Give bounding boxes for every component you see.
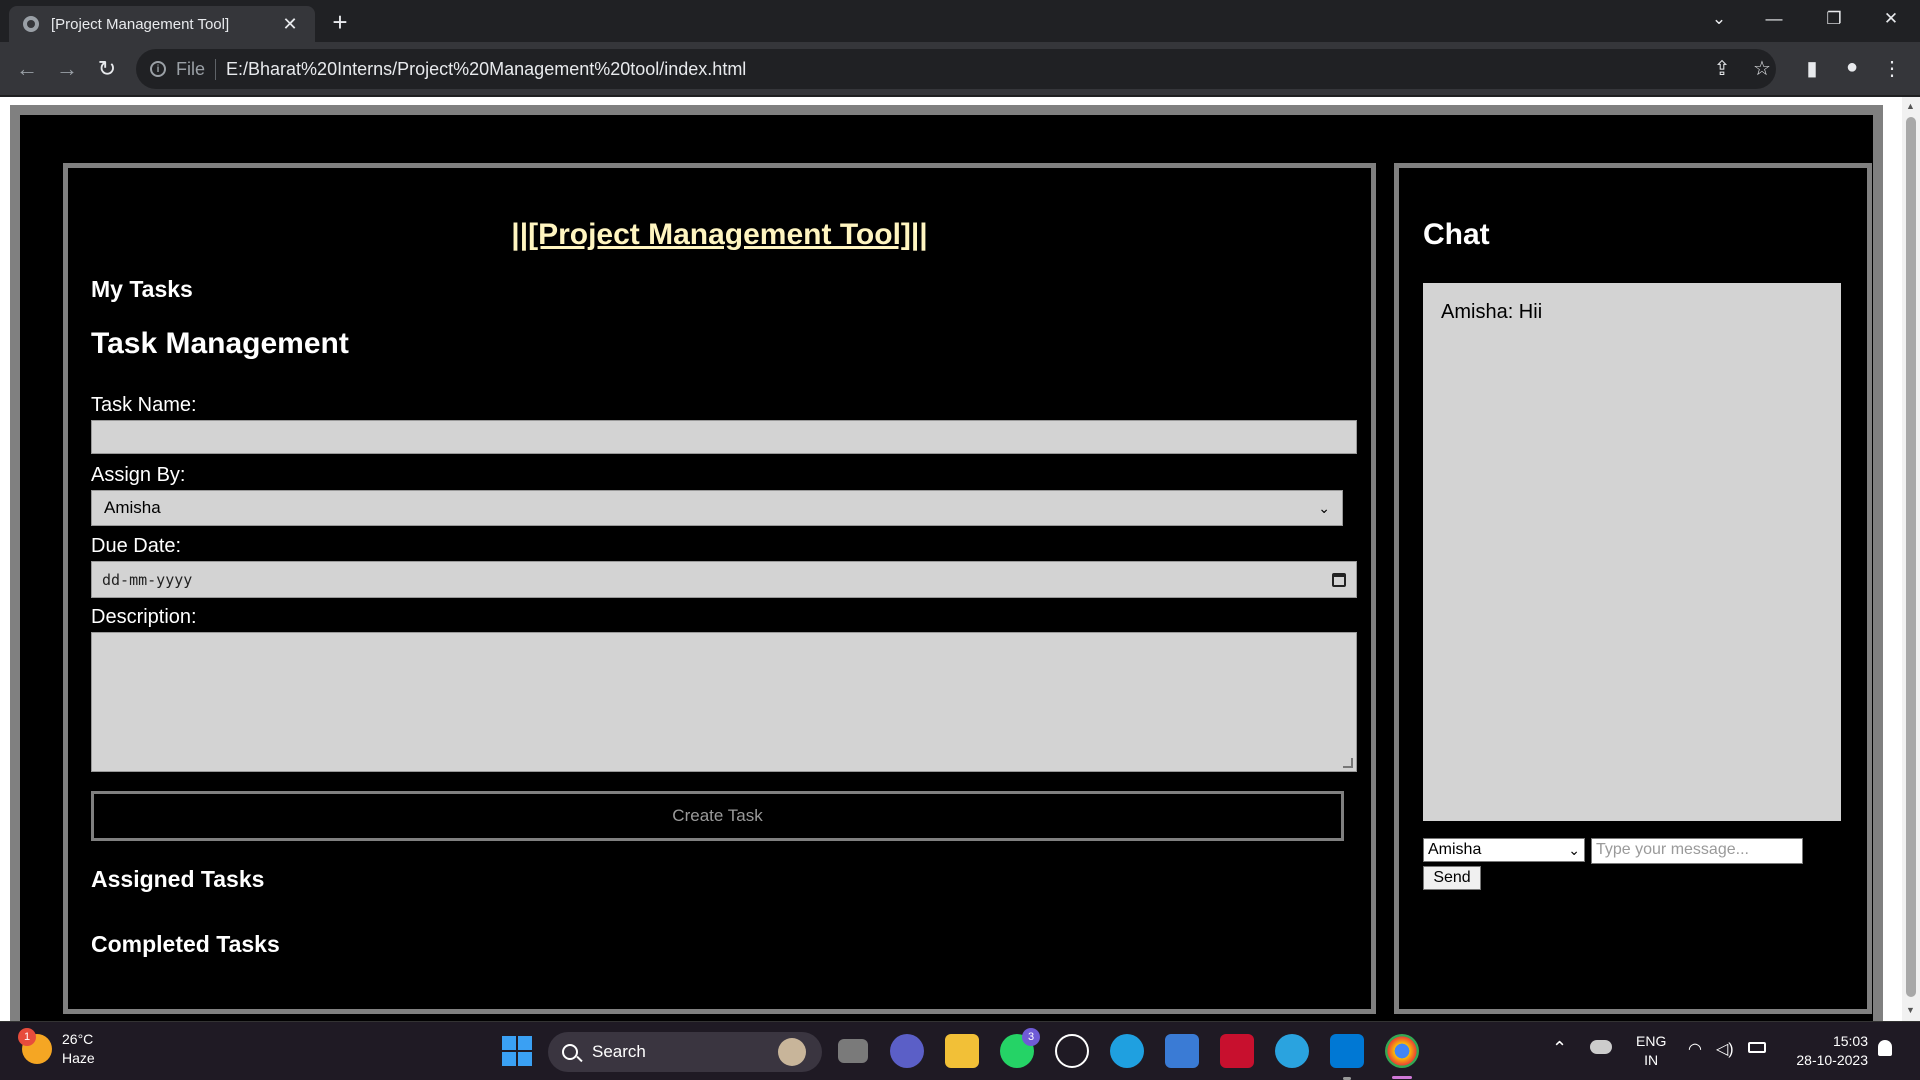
bookmark-star-icon[interactable]: ☆ bbox=[1748, 56, 1776, 81]
whatsapp-icon[interactable]: 3 bbox=[1000, 1028, 1040, 1068]
tab-search-icon[interactable]: ⌄ bbox=[1690, 0, 1748, 38]
scroll-down-icon[interactable]: ▼ bbox=[1906, 1005, 1915, 1015]
due-date-placeholder: dd-mm-yyyy bbox=[102, 570, 193, 589]
vscode-icon[interactable] bbox=[1330, 1034, 1364, 1068]
system-clock[interactable]: 15:03 28-10-2023 bbox=[1784, 1032, 1868, 1070]
page-title: ||[Project Management Tool]|| bbox=[511, 218, 928, 251]
address-bar[interactable]: i File E:/Bharat%20Interns/Project%20Man… bbox=[136, 49, 1776, 89]
clock-date: 28-10-2023 bbox=[1796, 1052, 1868, 1068]
language-code: ENG bbox=[1636, 1033, 1667, 1049]
weather-sun-icon: 1 bbox=[18, 1028, 52, 1064]
assigned-tasks-heading: Assigned Tasks bbox=[91, 866, 265, 892]
new-tab-button[interactable]: + bbox=[325, 8, 355, 36]
teams-chat-icon[interactable] bbox=[890, 1034, 924, 1068]
chat-user-select[interactable]: Amisha ⌄ bbox=[1423, 838, 1585, 862]
due-date-input[interactable]: dd-mm-yyyy bbox=[91, 561, 1357, 598]
minimize-button[interactable]: — bbox=[1745, 0, 1803, 38]
chat-user-value: Amisha bbox=[1428, 841, 1482, 858]
scrollbar-thumb[interactable] bbox=[1906, 117, 1916, 997]
url-scheme: File bbox=[176, 58, 217, 80]
whatsapp-badge: 3 bbox=[1022, 1028, 1040, 1046]
task-view-icon[interactable] bbox=[838, 1039, 868, 1063]
back-icon[interactable]: ← bbox=[10, 52, 44, 86]
close-window-button[interactable]: ✕ bbox=[1862, 0, 1920, 38]
tray-chevron-icon[interactable]: ⌃ bbox=[1552, 1038, 1567, 1059]
side-panel-icon[interactable]: ▮ bbox=[1798, 56, 1826, 81]
active-app-indicator bbox=[1392, 1076, 1412, 1079]
language-indicator[interactable]: ENG IN bbox=[1636, 1032, 1666, 1070]
resize-handle-icon[interactable] bbox=[1343, 758, 1353, 768]
chat-heading: Chat bbox=[1423, 218, 1490, 251]
chat-panel: Chat Amisha: Hii Amisha ⌄ Type your mess… bbox=[1394, 163, 1872, 1014]
region-code: IN bbox=[1644, 1052, 1659, 1068]
scroll-up-icon[interactable]: ▲ bbox=[1906, 101, 1915, 111]
description-textarea[interactable] bbox=[91, 632, 1357, 772]
globe-icon bbox=[23, 16, 39, 32]
share-icon[interactable]: ⇪ bbox=[1708, 56, 1736, 81]
windows-start-icon[interactable] bbox=[502, 1036, 532, 1066]
tab-title: [Project Management Tool] bbox=[51, 15, 230, 33]
browser-titlebar: [Project Management Tool] ✕ + ⌄ — ❐ ✕ bbox=[0, 0, 1920, 42]
weather-condition: Haze bbox=[62, 1050, 95, 1066]
edge-icon[interactable] bbox=[1110, 1034, 1144, 1068]
chrome-icon[interactable] bbox=[1385, 1034, 1419, 1068]
menu-icon[interactable]: ⋮ bbox=[1878, 56, 1906, 81]
page-viewport: ||[Project Management Tool]|| My Tasks T… bbox=[0, 97, 1920, 1021]
weather-widget[interactable]: 1 26°C Haze bbox=[18, 1028, 95, 1068]
info-icon[interactable]: i bbox=[150, 61, 166, 77]
url-text[interactable]: E:/Bharat%20Interns/Project%20Management… bbox=[226, 59, 746, 80]
notification-bell-icon[interactable] bbox=[1878, 1040, 1892, 1056]
browser-tab[interactable]: [Project Management Tool] ✕ bbox=[9, 6, 315, 42]
search-label: Search bbox=[592, 1042, 646, 1061]
browser-toolbar: ← → ↻ i File E:/Bharat%20Interns/Project… bbox=[0, 42, 1920, 96]
search-icon bbox=[562, 1044, 578, 1060]
calendar-icon[interactable] bbox=[1332, 572, 1346, 587]
mcafee-icon[interactable] bbox=[1220, 1034, 1254, 1068]
chevron-down-icon: ⌄ bbox=[1318, 499, 1330, 516]
chat-message-input[interactable]: Type your message... bbox=[1591, 838, 1803, 864]
telegram-icon[interactable] bbox=[1275, 1034, 1309, 1068]
my-tasks-heading: My Tasks bbox=[91, 276, 193, 302]
task-name-label: Task Name: bbox=[91, 394, 197, 416]
search-highlight-icon bbox=[778, 1038, 806, 1066]
assign-by-select[interactable]: Amisha ⌄ bbox=[91, 490, 1343, 526]
page-body: ||[Project Management Tool]|| My Tasks T… bbox=[10, 105, 1883, 1021]
task-name-input[interactable] bbox=[91, 420, 1357, 454]
forward-icon[interactable]: → bbox=[50, 52, 84, 86]
completed-tasks-heading: Completed Tasks bbox=[91, 931, 280, 957]
chat-message: Amisha: Hii bbox=[1441, 301, 1543, 323]
battery-icon[interactable] bbox=[1748, 1042, 1766, 1053]
tab-close-icon[interactable]: ✕ bbox=[279, 14, 301, 35]
notification-badge: 1 bbox=[18, 1028, 36, 1046]
store-icon[interactable] bbox=[1165, 1034, 1199, 1068]
profile-icon[interactable]: ● bbox=[1838, 56, 1866, 79]
dell-icon[interactable] bbox=[1055, 1034, 1089, 1068]
task-panel: ||[Project Management Tool]|| My Tasks T… bbox=[63, 163, 1376, 1014]
page-scrollbar[interactable]: ▲ ▼ bbox=[1902, 97, 1920, 1021]
temperature: 26°C bbox=[62, 1031, 94, 1047]
taskbar-search[interactable]: Search bbox=[548, 1032, 822, 1072]
send-button[interactable]: Send bbox=[1423, 866, 1481, 890]
task-management-heading: Task Management bbox=[91, 327, 349, 360]
clock-time: 15:03 bbox=[1832, 1033, 1868, 1049]
reload-icon[interactable]: ↻ bbox=[90, 52, 124, 86]
restore-button[interactable]: ❐ bbox=[1805, 0, 1863, 38]
create-task-button[interactable]: Create Task bbox=[91, 791, 1344, 841]
volume-icon[interactable]: ◁) bbox=[1716, 1039, 1734, 1059]
assign-by-value: Amisha bbox=[104, 498, 161, 517]
windows-taskbar: 1 26°C Haze Search 3 ⌃ ENG IN ◠ ◁) 15:03… bbox=[0, 1021, 1920, 1080]
chat-messages[interactable]: Amisha: Hii bbox=[1423, 283, 1841, 821]
file-explorer-icon[interactable] bbox=[945, 1034, 979, 1068]
chevron-down-icon: ⌄ bbox=[1568, 841, 1580, 858]
assign-by-label: Assign By: bbox=[91, 464, 186, 486]
description-label: Description: bbox=[91, 606, 197, 628]
wifi-icon[interactable]: ◠ bbox=[1688, 1039, 1702, 1059]
onedrive-icon[interactable] bbox=[1590, 1040, 1612, 1054]
due-date-label: Due Date: bbox=[91, 535, 182, 557]
